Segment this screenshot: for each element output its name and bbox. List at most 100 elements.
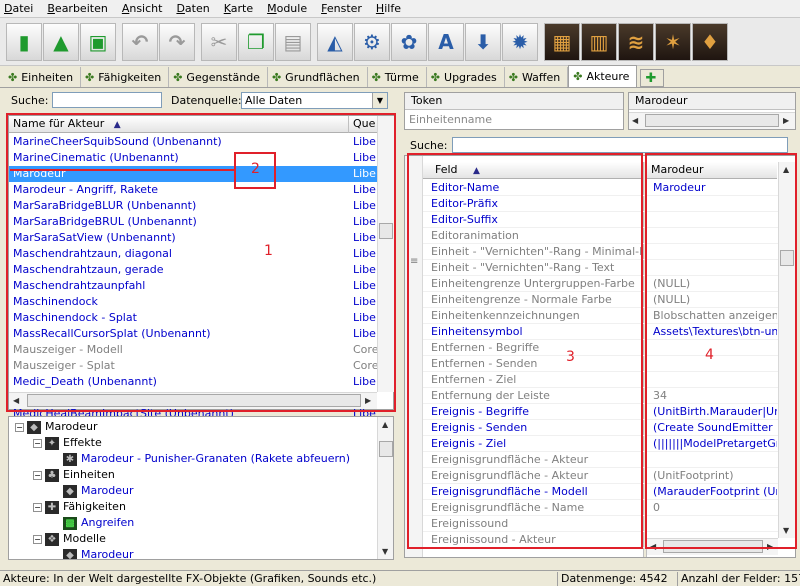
extra-button[interactable]: ♦ xyxy=(692,22,728,61)
object-search-input[interactable] xyxy=(52,92,162,108)
tab-label: Gegenstände xyxy=(186,70,260,84)
cutscene-button[interactable]: ▦ xyxy=(544,22,580,61)
trigger-button[interactable]: ⚙ xyxy=(354,22,390,61)
marauder-icon: ◆ xyxy=(63,484,77,498)
extra-icon: ♦ xyxy=(701,29,719,54)
tab-akteure[interactable]: ✤ Akteure xyxy=(568,65,638,87)
tree-vscroll[interactable]: ▲ ▼ xyxy=(377,417,393,559)
tab-label: Akteure xyxy=(586,70,630,83)
token-hscroll[interactable]: ◀ ▶ xyxy=(629,112,795,129)
tab-label: Einheiten xyxy=(21,70,74,84)
tree-node-label: Modelle xyxy=(63,532,106,545)
menu-1[interactable]: Bearbeiten xyxy=(47,2,107,15)
arrow-up-icon[interactable]: ▲ xyxy=(382,420,388,429)
tab-gegenstände[interactable]: ✤ Gegenstände xyxy=(169,67,268,87)
undo-button[interactable]: ↶ xyxy=(122,22,158,61)
menu-5[interactable]: Module xyxy=(267,2,307,15)
open-folder-button[interactable]: ▲ xyxy=(43,22,79,61)
tree-node[interactable]: ◆ Marodeur xyxy=(51,483,134,499)
tree-node[interactable]: ◆ Marodeur xyxy=(51,547,134,559)
tree-node-label: Angreifen xyxy=(81,516,135,529)
tree-node[interactable]: − ♣ Einheiten xyxy=(33,467,115,483)
map-button[interactable]: ≋ xyxy=(618,22,654,61)
tab-upgrades[interactable]: ✤ Upgrades xyxy=(427,67,505,87)
new-file-button[interactable]: ▮ xyxy=(6,22,42,61)
save-button[interactable]: ▣ xyxy=(80,22,116,61)
menu-0[interactable]: Datei xyxy=(4,2,33,15)
cut-icon: ✂ xyxy=(210,29,228,54)
tab-einheiten[interactable]: ✤ Einheiten xyxy=(4,67,82,87)
tree-node[interactable]: − ✦ Effekte xyxy=(33,435,102,451)
menu-2[interactable]: Ansicht xyxy=(122,2,163,15)
arrow-right-icon[interactable]: ▶ xyxy=(783,116,789,125)
tab-label: Fähigkeiten xyxy=(98,70,162,84)
text-icon: A xyxy=(438,29,454,54)
status-text: Akteure: In der Welt dargestellte FX-Obj… xyxy=(3,572,377,585)
layout-button[interactable]: ▥ xyxy=(581,22,617,61)
collapse-icon[interactable]: − xyxy=(33,438,42,448)
ai-button[interactable]: ✹ xyxy=(502,22,538,61)
scroll-thumb[interactable] xyxy=(645,114,779,127)
collapse-icon[interactable]: − xyxy=(33,534,42,544)
wings-icon: ✶ xyxy=(664,29,682,54)
menu-4[interactable]: Karte xyxy=(224,2,253,15)
tree-node[interactable]: ✱ Marodeur - Punisher-Granaten (Rakete ab… xyxy=(51,451,350,467)
arrow-left-icon[interactable]: ◀ xyxy=(632,116,638,125)
field-search-input[interactable] xyxy=(452,137,788,153)
status-bar: Akteure: In der Welt dargestellte FX-Obj… xyxy=(0,570,800,586)
collapse-icon[interactable]: − xyxy=(15,422,24,432)
menu-3[interactable]: Daten xyxy=(176,2,209,15)
cutscene-icon: ▦ xyxy=(552,29,572,54)
copy-button[interactable]: ❐ xyxy=(238,22,274,61)
unit-icon: ♣ xyxy=(45,468,59,482)
data-source-select[interactable]: Alle Daten ▼ xyxy=(241,92,388,109)
scroll-thumb[interactable] xyxy=(379,441,393,457)
token-value-panel: Marodeur ◀ ▶ xyxy=(628,92,796,130)
data-source-value: Alle Daten xyxy=(245,94,303,107)
menu-6[interactable]: Fenster xyxy=(321,2,362,15)
marauder-icon: ◆ xyxy=(27,420,41,434)
tab-türme[interactable]: ✤ Türme xyxy=(368,67,427,87)
map-icon: ≋ xyxy=(627,29,645,54)
tree-node[interactable]: − ◆ Marodeur xyxy=(15,419,98,435)
collapse-icon[interactable]: − xyxy=(33,502,42,512)
arrow-down-icon[interactable]: ▼ xyxy=(382,547,388,556)
layout-icon: ▥ xyxy=(589,29,609,54)
redo-button[interactable]: ↷ xyxy=(159,22,195,61)
tab-grundflächen[interactable]: ✤ Grundflächen xyxy=(268,67,368,87)
tab-waffen[interactable]: ✤ Waffen xyxy=(505,67,569,87)
tab-fähigkeiten[interactable]: ✤ Fähigkeiten xyxy=(81,67,170,87)
status-data-count: Datenmenge: 4542 xyxy=(557,572,677,586)
status-field-count: Anzahl der Felder: 157 xyxy=(677,572,800,586)
paste-button[interactable]: ▤ xyxy=(275,22,311,61)
tree-node[interactable]: ▩ Angreifen xyxy=(51,515,134,531)
weapon-icon: ✤ xyxy=(508,70,518,84)
trigger-icon: ⚙ xyxy=(363,29,381,54)
menu-bar: Datei Bearbeiten Ansicht Daten Karte Module Fe… xyxy=(0,0,800,18)
tree-node[interactable]: − ✚ Fähigkeiten xyxy=(33,499,126,515)
add-tab-button[interactable]: ✚ xyxy=(640,69,665,87)
data-source-label: Datenquelle: xyxy=(171,94,242,107)
ai-icon: ✹ xyxy=(511,29,529,54)
wings-button[interactable]: ✶ xyxy=(655,22,691,61)
collapse-icon[interactable]: − xyxy=(33,470,42,480)
token-label: Token xyxy=(405,93,623,110)
data-type-tabs: ✤ Einheiten ✤ Fähigkeiten ✤ Gegenstände ✤ Grund… xyxy=(0,65,800,88)
tree-node-label: Marodeur xyxy=(81,484,134,497)
terrain-button[interactable]: ◭ xyxy=(317,22,353,61)
import-button[interactable]: ⬇ xyxy=(465,22,501,61)
token-name-placeholder[interactable]: Einheitenname xyxy=(409,113,492,126)
unit-icon: ✤ xyxy=(8,70,18,84)
menu-7[interactable]: Hilfe xyxy=(376,2,401,15)
text-button[interactable]: A xyxy=(428,22,464,61)
paste-icon: ▤ xyxy=(283,29,303,54)
model-icon: ❖ xyxy=(45,532,59,546)
tree-node[interactable]: − ❖ Modelle xyxy=(33,531,106,547)
toolbar: ▮ ▲ ▣ ↶ ↷ ✂ ❐ ▤ ◭ ⚙ ✿ A ⬇ ✹ ▦ ▥ ≋ ✶ ♦ xyxy=(0,18,800,66)
effect-icon: ✦ xyxy=(45,436,59,450)
data-button[interactable]: ✿ xyxy=(391,22,427,61)
ability-icon: ✚ xyxy=(45,500,59,514)
tower-icon: ✤ xyxy=(371,70,381,84)
cut-button[interactable]: ✂ xyxy=(201,22,237,61)
data-icon: ✿ xyxy=(400,29,418,54)
